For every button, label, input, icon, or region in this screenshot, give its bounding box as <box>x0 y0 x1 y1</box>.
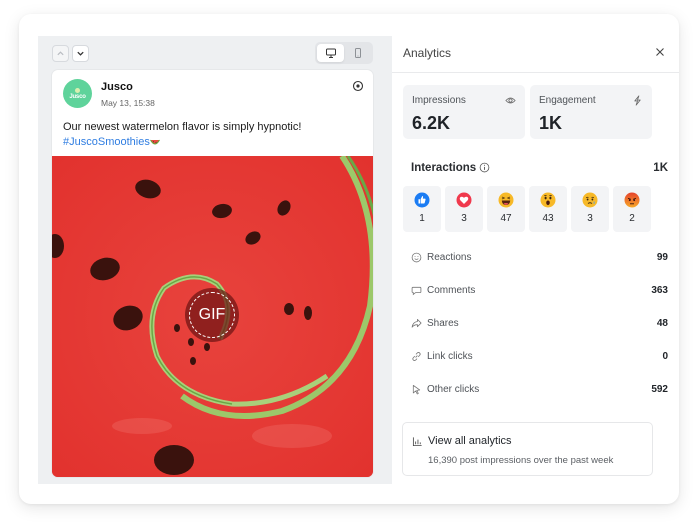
metric-label: Link clicks <box>427 350 473 362</box>
metric-other-clicks: Other clicks 592 <box>411 382 668 396</box>
mobile-view-button[interactable] <box>344 44 371 62</box>
view-all-analytics-button[interactable]: View all analytics 16,390 post impressio… <box>402 422 653 476</box>
share-icon <box>411 318 422 328</box>
metric-reactions: Reactions 99 <box>411 250 668 264</box>
metric-value: 99 <box>656 251 668 263</box>
avatar: Jusco <box>63 79 92 108</box>
haha-reaction-icon <box>498 192 514 208</box>
watermelon-emoji-icon <box>149 139 160 145</box>
impressions-card: Impressions 6.2K <box>403 85 525 139</box>
metric-label: Reactions <box>427 251 472 263</box>
reaction-count: 3 <box>461 213 467 224</box>
reaction-count: 1 <box>419 213 425 224</box>
metric-value: 0 <box>662 350 668 362</box>
reaction-love[interactable]: 3 <box>445 186 483 232</box>
reaction-count: 47 <box>500 213 512 224</box>
divider <box>392 72 679 73</box>
mobile-icon <box>354 48 361 58</box>
cursor-icon <box>412 384 421 394</box>
previous-post-button[interactable] <box>52 45 69 62</box>
bar-chart-icon <box>412 437 422 447</box>
eye-icon <box>505 97 516 104</box>
reaction-sad[interactable]: 3 <box>571 186 609 232</box>
desktop-icon <box>325 48 336 58</box>
chevron-down-icon <box>77 51 84 56</box>
lightning-icon <box>634 95 641 106</box>
sad-reaction-icon <box>582 192 598 208</box>
love-reaction-icon <box>456 192 472 208</box>
info-icon[interactable] <box>479 162 490 173</box>
metric-label: Shares <box>427 317 459 329</box>
reactions-row: 1 3 47 43 3 2 <box>403 186 651 232</box>
smiley-icon <box>411 252 422 262</box>
metric-value: 48 <box>656 317 668 329</box>
post-caption: Our newest watermelon flavor is simply h… <box>63 120 363 150</box>
avatar-text: Jusco <box>69 93 86 100</box>
reaction-haha[interactable]: 47 <box>487 186 525 232</box>
gif-label: GIF <box>198 306 226 323</box>
gif-badge[interactable]: GIF <box>185 288 239 342</box>
analytics-panel: Analytics Impressions 6.2K Engagement 1K… <box>392 14 679 504</box>
impressions-value: 6.2K <box>412 113 451 133</box>
post-text: Our newest watermelon flavor is simply h… <box>63 121 302 133</box>
post-media-gif[interactable]: GIF <box>52 156 373 477</box>
device-toggle <box>315 42 373 64</box>
like-reaction-icon <box>414 192 430 208</box>
interactions-total: 1K <box>653 162 668 174</box>
desktop-view-button[interactable] <box>317 44 344 62</box>
social-post: Jusco Jusco May 13, 15:38 Our newest wat… <box>52 70 373 477</box>
metric-link-clicks: Link clicks 0 <box>411 349 668 363</box>
metric-comments: Comments 363 <box>411 283 668 297</box>
reaction-angry[interactable]: 2 <box>613 186 651 232</box>
impressions-label: Impressions <box>412 95 466 106</box>
angry-reaction-icon <box>624 192 640 208</box>
chevron-up-icon <box>57 51 64 56</box>
view-all-label: View all analytics <box>428 435 512 447</box>
metric-label: Other clicks <box>427 383 480 395</box>
comment-icon <box>411 286 422 295</box>
analytics-title: Analytics <box>403 46 452 60</box>
post-author: Jusco <box>101 81 133 93</box>
reaction-count: 43 <box>542 213 554 224</box>
reaction-count: 3 <box>587 213 593 224</box>
reaction-wow[interactable]: 43 <box>529 186 567 232</box>
interactions-title: Interactions <box>411 162 477 174</box>
reaction-like[interactable]: 1 <box>403 186 441 232</box>
post-timestamp: May 13, 15:38 <box>101 98 155 108</box>
close-icon[interactable] <box>654 46 666 58</box>
engagement-card: Engagement 1K <box>530 85 652 139</box>
engagement-label: Engagement <box>539 95 596 106</box>
target-icon[interactable] <box>352 80 364 92</box>
metric-value: 592 <box>651 383 668 395</box>
next-post-button[interactable] <box>72 45 89 62</box>
reaction-count: 2 <box>629 213 635 224</box>
post-analytics-card: Jusco Jusco May 13, 15:38 Our newest wat… <box>19 14 679 504</box>
wow-reaction-icon <box>540 192 556 208</box>
metric-value: 363 <box>651 284 668 296</box>
engagement-value: 1K <box>539 113 563 133</box>
view-all-subtitle: 16,390 post impressions over the past we… <box>428 455 614 466</box>
post-preview-pane: Jusco Jusco May 13, 15:38 Our newest wat… <box>38 36 392 484</box>
metric-label: Comments <box>427 284 476 296</box>
post-hashtag[interactable]: #JuscoSmoothies <box>63 136 150 148</box>
link-icon <box>412 351 421 361</box>
metric-shares: Shares 48 <box>411 316 668 330</box>
